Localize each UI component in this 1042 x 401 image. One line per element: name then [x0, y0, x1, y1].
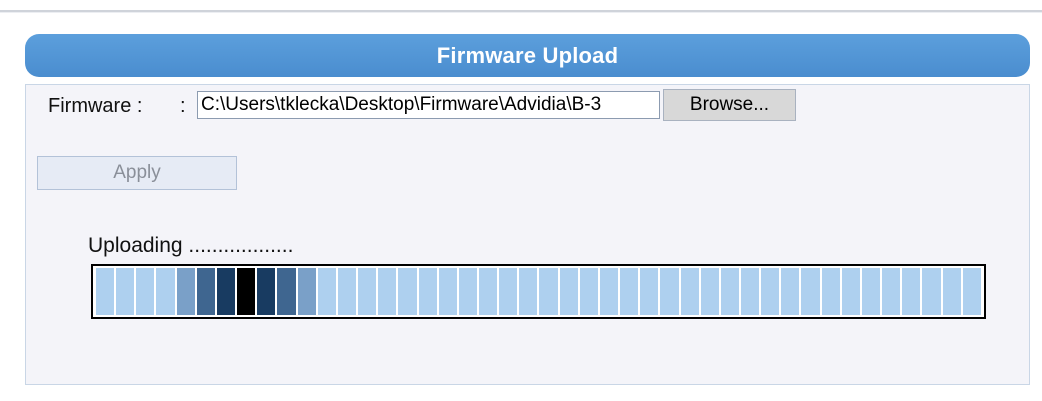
progress-segment — [801, 268, 820, 315]
progress-segment — [539, 268, 558, 315]
progress-segment — [599, 268, 619, 315]
progress-segment — [499, 268, 518, 315]
progress-segment — [841, 268, 860, 315]
progress-segment — [519, 268, 538, 315]
firmware-label: Firmware : — [48, 95, 143, 117]
section-header: Firmware Upload — [25, 34, 1030, 77]
progress-segment — [861, 268, 881, 315]
progress-segment — [720, 268, 739, 315]
progress-segment — [741, 268, 760, 315]
progress-segment — [398, 268, 417, 315]
progress-segment — [620, 268, 639, 315]
progress-segment — [579, 268, 598, 315]
progress-segment — [136, 268, 155, 315]
progress-segment — [358, 268, 377, 315]
progress-segment — [176, 268, 195, 315]
progress-segment — [781, 268, 800, 315]
progress-segment — [297, 268, 316, 315]
progress-segment — [156, 268, 175, 315]
progress-segment — [216, 268, 236, 315]
progress-segment — [438, 268, 457, 315]
progress-segment — [922, 268, 941, 315]
firmware-file-input[interactable]: C:\Users\tklecka\Desktop\Firmware\Advidi… — [197, 91, 660, 119]
progress-segment — [337, 268, 357, 315]
upload-progress-bar — [91, 264, 986, 319]
progress-segment — [821, 268, 840, 315]
progress-segment — [640, 268, 659, 315]
progress-segment — [902, 268, 921, 315]
progress-segment — [277, 268, 296, 315]
progress-segment — [96, 268, 115, 315]
progress-segment — [317, 268, 336, 315]
progress-segment — [962, 268, 981, 315]
progress-segment — [378, 268, 397, 315]
progress-segment — [257, 268, 276, 315]
progress-segment — [116, 268, 135, 315]
upload-status: Uploading .................. — [88, 234, 294, 257]
progress-segment — [196, 268, 215, 315]
progress-segment — [660, 268, 679, 315]
firmware-separator: : — [180, 95, 186, 117]
browse-button[interactable]: Browse... — [663, 89, 796, 121]
progress-segment — [237, 268, 256, 315]
progress-segment — [700, 268, 719, 315]
progress-segment — [680, 268, 699, 315]
progress-segment — [942, 268, 961, 315]
progress-segment — [478, 268, 498, 315]
apply-button[interactable]: Apply — [37, 156, 237, 190]
progress-segment — [882, 268, 901, 315]
progress-segment — [761, 268, 780, 315]
progress-segment — [458, 268, 477, 315]
progress-segment — [418, 268, 437, 315]
section-title: Firmware Upload — [436, 42, 619, 68]
progress-segment — [559, 268, 578, 315]
top-divider — [0, 10, 1042, 13]
